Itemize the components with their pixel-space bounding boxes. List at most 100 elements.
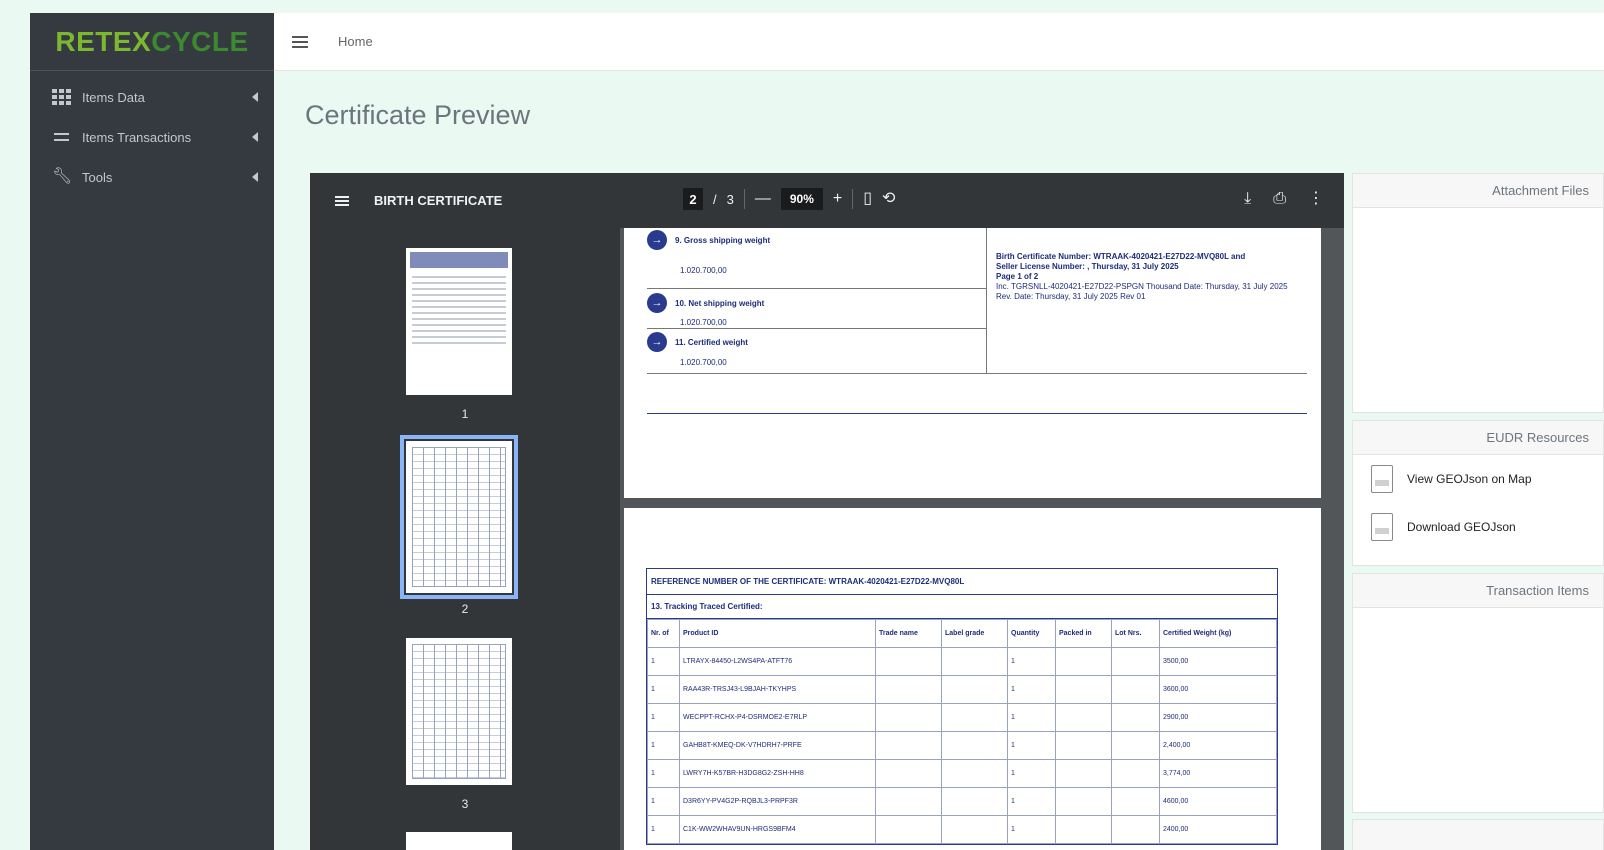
table-cell: 1: [1007, 815, 1056, 844]
column-header: Packed in: [1055, 619, 1112, 648]
page-zoom-controls: 2 / 3 — 90% + ▯ ⟲: [683, 188, 895, 210]
cert-page-line: Page 1 of 2: [996, 272, 1039, 281]
fit-page-icon[interactable]: ▯: [863, 188, 872, 210]
table-cell: LWRY7H-K57BR-H3DG8G2-ZSH-HH8: [679, 759, 876, 788]
page-number-input[interactable]: 2: [683, 188, 703, 210]
column-header: Nr. of: [647, 619, 680, 648]
table-cell: 4600,00: [1159, 787, 1277, 816]
column-header: Quantity: [1007, 619, 1056, 648]
table-cell: 1: [1007, 647, 1056, 676]
column-header: Trade name: [875, 619, 942, 648]
sidebar-item-tools[interactable]: 🔧︎ Tools: [30, 157, 274, 197]
sidebar-item-items-data[interactable]: Items Data: [30, 77, 274, 117]
page-total: 3: [726, 191, 734, 207]
table-cell: [941, 647, 1008, 676]
chevron-left-icon: [252, 92, 258, 102]
table-cell: [1055, 675, 1112, 704]
table-cell: [941, 675, 1008, 704]
grid-icon: [52, 89, 72, 105]
thumbnail-page-2[interactable]: [400, 435, 518, 599]
table-cell: 1: [1007, 787, 1056, 816]
field-net-weight: → 10. Net shipping weight: [647, 293, 764, 313]
thumb-table: [412, 447, 506, 587]
zoom-in-button[interactable]: +: [833, 188, 842, 210]
divider: [852, 189, 854, 209]
home-link[interactable]: Home: [338, 34, 373, 49]
card-title: Transaction Items: [1353, 574, 1603, 608]
sidebar-nav: Items Data Items Transactions 🔧︎ Tools: [30, 71, 274, 197]
table-cell: 1: [647, 759, 680, 788]
table-cell: [875, 731, 942, 760]
table-cell: 1: [1007, 675, 1056, 704]
download-icon[interactable]: ⤓: [1244, 188, 1251, 210]
eudr-resources-card: EUDR Resources View GEOJson on Map Downl…: [1352, 420, 1604, 566]
table-cell: 1: [647, 647, 680, 676]
table-cell: [875, 787, 942, 816]
resource-label: Download GEOJson: [1407, 520, 1516, 534]
cert-issue-line: Inc. TGRSNLL-4020421-E27D22-PSPGN Thousa…: [996, 282, 1288, 291]
products-table: Nr. of Product ID Trade name Label grade…: [647, 619, 1277, 844]
top-navbar: Home: [274, 13, 1604, 71]
sidebar: RETEXCYCLE Items Data Items Transactions…: [30, 13, 274, 850]
document-title: BIRTH CERTIFICATE: [374, 193, 503, 208]
brand-logo[interactable]: RETEXCYCLE: [55, 26, 248, 58]
zoom-out-button[interactable]: —: [755, 188, 771, 210]
table-cell: [941, 787, 1008, 816]
table-row: 1 D3R6YY-PV4G2P-RQBJL3-PRPF3R 1 4600,00: [647, 787, 1277, 816]
more-options-icon[interactable]: ⋮: [1308, 188, 1324, 210]
attachment-files-card: Attachment Files: [1352, 173, 1604, 413]
field-label: 11. Certified weight: [675, 337, 748, 347]
table-cell: [1055, 815, 1112, 844]
thumbnail-page-3[interactable]: [406, 638, 512, 785]
table-cell: 3600,00: [1159, 675, 1277, 704]
pdf-toolbar: BIRTH CERTIFICATE 2 / 3 — 90% + ▯ ⟲ ⤓ ⎙ …: [310, 173, 1344, 228]
pdf-actions: ⤓ ⎙ ⋮: [1244, 188, 1324, 210]
table-cell: [1055, 787, 1112, 816]
table-cell: 1: [647, 703, 680, 732]
table-row: 1 C1K-WW2WHAV9UN-HRGS9BFM4 1 2400,00: [647, 815, 1277, 844]
table-cell: GAHB8T-KMEQ-DK-V7HDRH7-PRFE: [679, 731, 876, 760]
table-cell: C1K-WW2WHAV9UN-HRGS9BFM4: [679, 815, 876, 844]
thumbnail-number: 1: [461, 407, 469, 421]
field-label: 10. Net shipping weight: [675, 298, 765, 308]
zoom-input[interactable]: 90%: [780, 188, 823, 210]
card-title: [1353, 820, 1603, 850]
rotate-icon[interactable]: ⟲: [882, 188, 895, 210]
table-cell: [941, 703, 1008, 732]
table-cell: WECPPT-RCHX-P4-DSRMOE2-E7RLP: [679, 703, 876, 732]
thumbnail-number: 3: [461, 797, 469, 811]
cert-number-line: Birth Certificate Number: WTRAAK-4020421…: [996, 252, 1246, 261]
field-value: 1.020.700,00: [680, 318, 727, 327]
table-cell: 1: [1007, 703, 1056, 732]
table-cell: 1: [647, 787, 680, 816]
table-cell: [1055, 759, 1112, 788]
table-cell: [1111, 647, 1160, 676]
panel-card: [1352, 819, 1604, 850]
table-cell: [1055, 703, 1112, 732]
menu-icon[interactable]: [335, 195, 349, 206]
table-cell: [1055, 647, 1112, 676]
field-label: 9. Gross shipping weight: [675, 235, 771, 245]
sidebar-item-items-transactions[interactable]: Items Transactions: [30, 117, 274, 157]
column-header: Certified Weight (kg): [1159, 619, 1277, 648]
sidebar-item-label: Items Data: [82, 89, 145, 105]
table-cell: [1055, 731, 1112, 760]
cert-revision-line: Rev. Date: Thursday, 31 July 2025 Rev 01: [996, 292, 1146, 301]
column-header: Lot Nrs.: [1111, 619, 1160, 648]
thumbnail-page-4[interactable]: [406, 832, 512, 850]
table-cell: [875, 647, 942, 676]
card-title: EUDR Resources: [1353, 421, 1603, 455]
thumbnail-page-1[interactable]: [406, 248, 512, 395]
chevron-left-icon: [252, 132, 258, 142]
table-cell: D3R6YY-PV4G2P-RQBJL3-PRPF3R: [679, 787, 876, 816]
certificate-info: Birth Certificate Number: WTRAAK-4020421…: [996, 252, 1306, 302]
sidebar-toggle-icon[interactable]: [292, 35, 308, 48]
table-cell: 1: [1007, 731, 1056, 760]
field-value: 1.020.700,00: [680, 266, 727, 275]
chevron-left-icon: [252, 172, 258, 182]
brand[interactable]: RETEXCYCLE: [30, 13, 274, 71]
print-icon[interactable]: ⎙: [1273, 188, 1286, 210]
view-geojson-link[interactable]: View GEOJson on Map: [1353, 455, 1603, 503]
download-geojson-link[interactable]: Download GEOJson: [1353, 503, 1603, 551]
pdf-pages: → 9. Gross shipping weight 1.020.700,00 …: [620, 228, 1344, 850]
